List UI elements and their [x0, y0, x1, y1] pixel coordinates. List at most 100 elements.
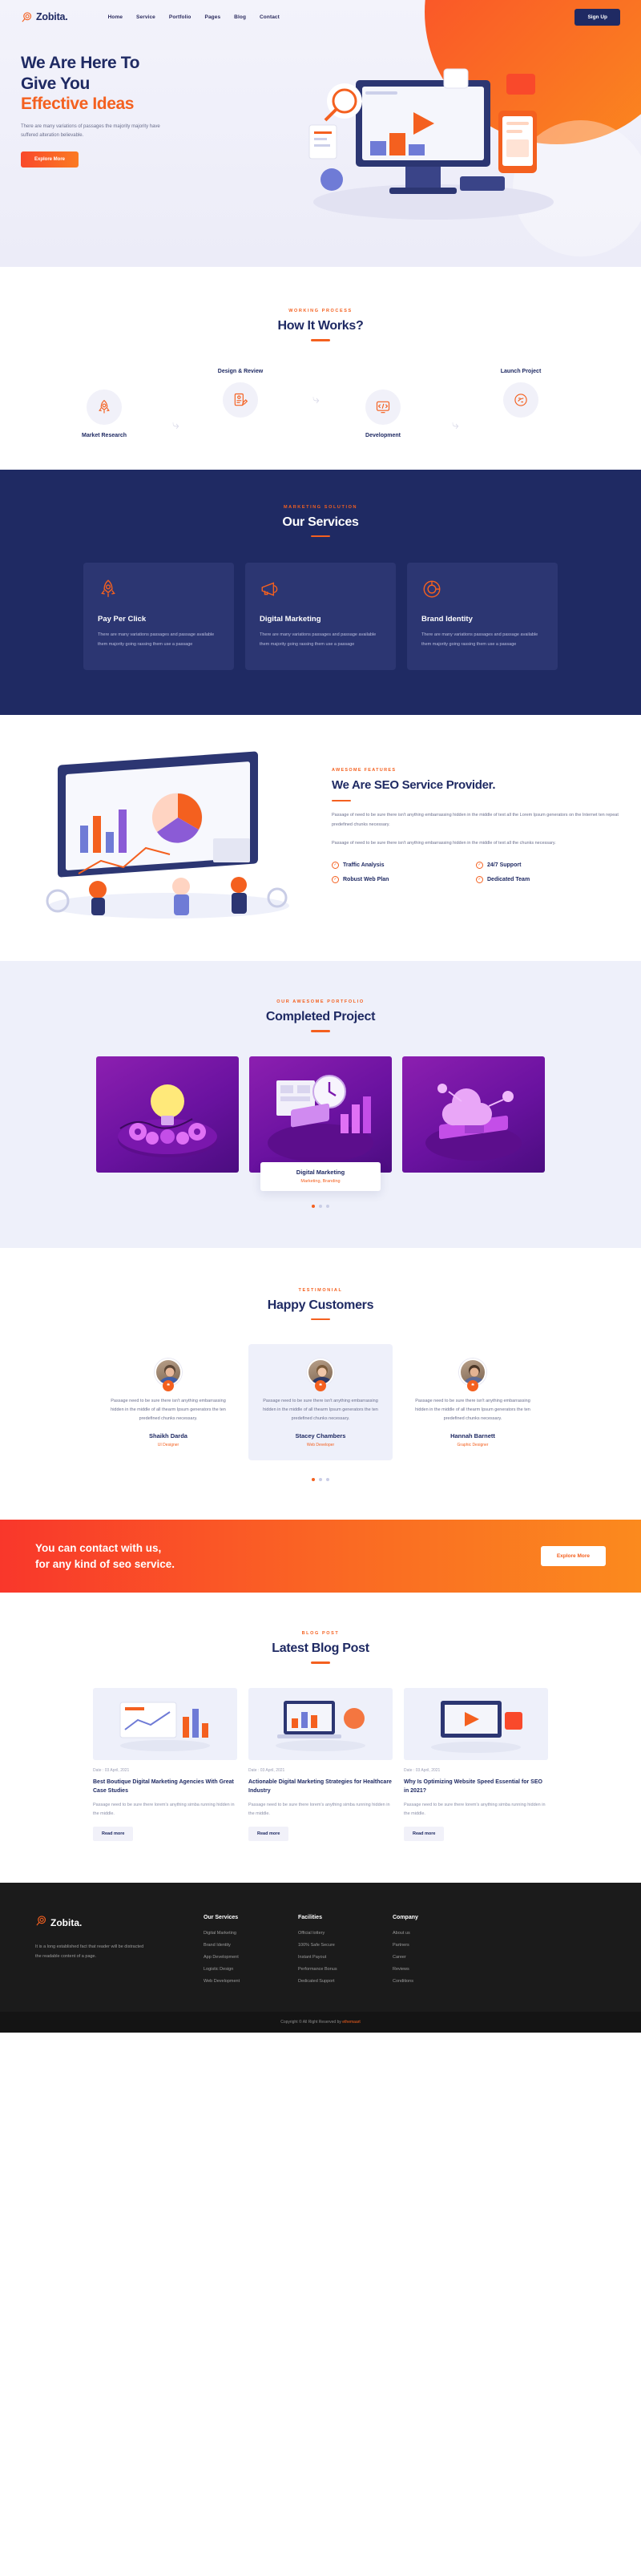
- process-step-label: Design & Review: [217, 368, 264, 374]
- portfolio-caption: Digital Marketing Marketing, Branding: [260, 1161, 381, 1191]
- services-title: Our Services: [282, 515, 359, 529]
- service-card-title: Digital Marketing: [260, 615, 321, 624]
- seo-paragraph-1: Passage of need to be sure there isn't a…: [332, 813, 619, 827]
- services-grid: Pay Per Click There are many variations …: [0, 563, 641, 671]
- sign-up-button[interactable]: Sign Up: [574, 8, 620, 26]
- testimonial-text: Passage need to be sure there isn't anyt…: [263, 1399, 378, 1422]
- testimonial-card-2[interactable]: ❝ Passage need to be sure there isn't an…: [248, 1344, 393, 1461]
- check-circle-icon: ✓: [332, 861, 339, 869]
- blog-post-title: Actionable Digital Marketing Strategies …: [248, 1779, 392, 1794]
- process-step-label: Development: [365, 432, 401, 438]
- hero-explore-button[interactable]: Explore More: [21, 151, 79, 168]
- nav-item-contact[interactable]: Contact: [260, 14, 280, 20]
- seo-section: AWESOME FEATURES We Are SEO Service Prov…: [0, 715, 641, 962]
- process-step-label: Launch Project: [500, 368, 542, 374]
- target-search-icon: [21, 11, 33, 23]
- cloud-network-icon: [402, 1056, 545, 1173]
- quote-icon: ❝: [315, 1380, 326, 1392]
- process-step-launch-project[interactable]: Launch Project: [465, 369, 577, 418]
- footer-link[interactable]: Dedicated Support: [298, 1979, 393, 1984]
- footer-column-heading: Our Services: [204, 1914, 239, 1920]
- footer-link[interactable]: 100% Safe Secure: [298, 1943, 393, 1948]
- copyright-brand: ethemaart: [342, 2019, 361, 2025]
- service-card-title: Brand Identity: [421, 615, 473, 624]
- nav-item-pages[interactable]: Pages: [205, 14, 221, 20]
- nav-item-blog[interactable]: Blog: [234, 14, 246, 20]
- portfolio-item-2[interactable]: Digital Marketing Marketing, Branding: [249, 1056, 392, 1191]
- process-step-market-research[interactable]: Market Research: [48, 389, 160, 438]
- carousel-dot[interactable]: [312, 1478, 315, 1482]
- footer-link[interactable]: Official lottery: [298, 1931, 393, 1936]
- footer-logo[interactable]: Zobita.: [35, 1915, 204, 1931]
- read-more-button[interactable]: Read more: [93, 1826, 134, 1841]
- nav-item-service[interactable]: Service: [136, 14, 155, 20]
- nav-item-portfolio[interactable]: Portfolio: [169, 14, 191, 20]
- footer-link[interactable]: App Development: [204, 1955, 298, 1960]
- nav-item-home[interactable]: Home: [108, 14, 123, 20]
- blog-post-desc: Passage need to be sure there lorem's an…: [404, 1803, 546, 1816]
- seo-feature-traffic-analysis: ✓ Traffic Analysis: [332, 861, 476, 869]
- footer-brand-name: Zobita.: [50, 1916, 83, 1928]
- service-card-digital-marketing[interactable]: Digital Marketing There are many variati…: [245, 563, 396, 671]
- footer-link[interactable]: Logistic Design: [204, 1967, 298, 1972]
- testimonial-card-1[interactable]: ❝ Passage need to be sure there isn't an…: [96, 1344, 240, 1460]
- hero-title-accent: Effective Ideas: [21, 95, 135, 114]
- blog-underline: [311, 1661, 330, 1664]
- cta-text: You can contact with us, for any kind of…: [35, 1540, 175, 1572]
- blog-post-desc: Passage need to be sure there lorem's an…: [93, 1803, 235, 1816]
- footer-link[interactable]: Instant Payout: [298, 1955, 393, 1960]
- carousel-dot[interactable]: [326, 1478, 329, 1482]
- service-card-pay-per-click[interactable]: Pay Per Click There are many variations …: [83, 563, 234, 671]
- process-step-development[interactable]: Development: [327, 389, 439, 438]
- testimonials-underline: [311, 1318, 330, 1321]
- works-title: How It Works?: [277, 319, 364, 333]
- megaphone-icon: [260, 579, 381, 604]
- read-more-button[interactable]: Read more: [404, 1826, 445, 1841]
- footer-link[interactable]: About us: [393, 1931, 487, 1936]
- hero-copy: We Are Here To Give You Effective Ideas …: [21, 29, 261, 242]
- video-screen-icon: [404, 1687, 548, 1760]
- portfolio-item-1[interactable]: [96, 1056, 239, 1173]
- clock-chart-icon: [249, 1056, 392, 1173]
- testimonial-text: Passage need to be sure there isn't anyt…: [111, 1399, 226, 1422]
- hero-title: We Are Here To Give You Effective Ideas: [21, 53, 261, 115]
- services-label: MARKETING SOLUTION: [283, 504, 358, 510]
- footer-link[interactable]: Reviews: [393, 1967, 487, 1972]
- cta-line-2: for any kind of seo service.: [35, 1557, 175, 1570]
- testimonials-grid: ❝ Passage need to be sure there isn't an…: [0, 1344, 641, 1461]
- process-step-design-review[interactable]: Design & Review: [184, 369, 296, 418]
- carousel-dot[interactable]: [326, 1204, 329, 1208]
- blog-post-1[interactable]: Date : 03 April, 2021 Best Boutique Digi…: [93, 1687, 237, 1841]
- service-card-desc: There are many variations passages and p…: [421, 632, 538, 647]
- seo-label: AWESOME FEATURES: [332, 768, 397, 773]
- footer-link[interactable]: Web Development: [204, 1979, 298, 1984]
- portfolio-item-3[interactable]: [402, 1056, 545, 1173]
- blog-date-prefix: Date :: [404, 1767, 415, 1773]
- brand-logo[interactable]: Zobita.: [21, 11, 68, 23]
- blog-post-3[interactable]: Date : 03 April, 2021 Why Is Optimizing …: [404, 1687, 548, 1841]
- footer-link[interactable]: Performance Bonus: [298, 1967, 393, 1972]
- hero-section: Zobita. Home Service Portfolio Pages Blo…: [0, 0, 641, 267]
- portfolio-section: OUR AWESOME PORTFOLIO Completed Project: [0, 961, 641, 1248]
- footer-link[interactable]: Brand Identity: [204, 1943, 298, 1948]
- blog-post-2[interactable]: Date : 03 April, 2021 Actionable Digital…: [248, 1687, 393, 1841]
- carousel-dot[interactable]: [319, 1478, 322, 1482]
- cta-explore-button[interactable]: Explore More: [540, 1546, 606, 1567]
- footer-link[interactable]: Conditions: [393, 1979, 487, 1984]
- footer-link[interactable]: Partners: [393, 1943, 487, 1948]
- footer-link[interactable]: Career: [393, 1955, 487, 1960]
- seo-feature-label: Robust Web Plan: [343, 876, 389, 882]
- blog-label: BLOG POST: [301, 1631, 340, 1637]
- footer-link[interactable]: Digital Marketing: [204, 1931, 298, 1936]
- service-card-brand-identity[interactable]: Brand Identity There are many variations…: [407, 563, 558, 671]
- carousel-dot[interactable]: [312, 1204, 315, 1208]
- blog-date-prefix: Date :: [93, 1767, 104, 1773]
- copyright-text: Copyright © All Right Reserved by: [280, 2019, 341, 2025]
- testimonial-card-3[interactable]: ❝ Passage need to be sure there isn't an…: [401, 1344, 545, 1460]
- hero-body: We Are Here To Give You Effective Ideas …: [0, 29, 641, 242]
- avatar-wrapper: ❝: [459, 1359, 486, 1392]
- read-more-button[interactable]: Read more: [248, 1826, 289, 1841]
- site-footer: Zobita. It is a long established fact th…: [0, 1882, 641, 2012]
- carousel-dot[interactable]: [319, 1204, 322, 1208]
- testimonial-name: Hannah Barnett: [450, 1432, 495, 1440]
